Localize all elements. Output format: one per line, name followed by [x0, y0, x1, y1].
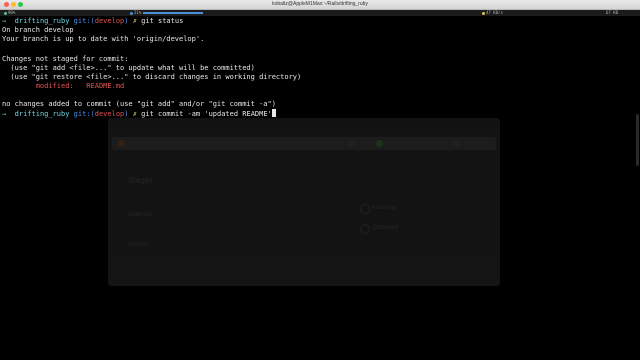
cpu-icon	[130, 11, 133, 15]
background-titlebar	[108, 118, 500, 128]
command-git-commit[interactable]: git commit -am 'updated README'	[141, 110, 272, 118]
output-up-to-date: Your branch is up to date with 'origin/d…	[2, 35, 205, 43]
background-icon-2	[376, 140, 383, 147]
prompt-arrow: →	[2, 17, 7, 25]
scrollbar[interactable]	[636, 114, 639, 166]
modified-label: modified:	[2, 82, 74, 90]
background-screenshot: Stages Calendar Actions Incoming Outboun…	[108, 118, 500, 286]
dirty-mark-icon: ✗	[132, 17, 137, 25]
background-item-incoming: Incoming	[372, 205, 397, 211]
prompt-git-close: )	[124, 110, 129, 118]
terminal-window: kobaltz@AppleM1Max:~/Rails/drifting_ruby…	[0, 0, 640, 360]
prompt-branch: develop	[94, 110, 125, 118]
output-not-staged: Changes not staged for commit:	[2, 55, 129, 63]
network-text: 47 KB/s	[486, 10, 503, 15]
text-cursor	[271, 109, 276, 117]
background-icon-3	[453, 140, 460, 147]
cpu-status: 21%	[130, 10, 204, 16]
battery-status: 90%	[4, 10, 15, 16]
background-toolbar	[112, 137, 496, 150]
background-app-icon	[118, 140, 125, 147]
output-no-changes: no changes added to commit (use "git add…	[2, 100, 276, 108]
background-label-stages: Stages	[128, 176, 153, 185]
dirty-mark-icon: ✗	[132, 110, 137, 118]
prompt-line-1: → drifting_ruby git:(develop) ✗ git stat…	[2, 17, 183, 26]
background-label-calendar: Calendar	[128, 212, 153, 218]
background-icon-1	[348, 140, 355, 147]
cpu-text: 21%	[134, 10, 142, 15]
network-icon	[482, 11, 485, 15]
cpu-bar	[143, 12, 204, 14]
memory-text: 67 KB	[606, 10, 619, 15]
window-title: kobaltz@AppleM1Max:~/Rails/drifting_ruby	[272, 1, 368, 7]
output-hint-restore: (use "git restore <file>..." to discard …	[2, 73, 302, 81]
battery-text: 90%	[8, 10, 16, 15]
prompt-git-label: git:(	[73, 110, 95, 118]
prompt-git-close: )	[124, 17, 129, 25]
title-bar[interactable]: kobaltz@AppleM1Max:~/Rails/drifting_ruby	[0, 0, 640, 10]
memory-status: 67 KB	[606, 10, 618, 16]
background-radio-1	[360, 204, 370, 214]
status-bar: 90% 21% 47 KB/s 67 KB	[0, 10, 640, 16]
prompt-arrow: →	[2, 110, 7, 118]
prompt-branch: develop	[94, 17, 125, 25]
terminal-output[interactable]: Stages Calendar Actions Incoming Outboun…	[0, 17, 640, 360]
background-item-outbound: Outbound	[372, 225, 399, 231]
background-label-actions: Actions	[128, 242, 148, 248]
modified-file: README.md	[73, 82, 125, 90]
background-radio-2	[360, 224, 370, 234]
prompt-directory: drifting_ruby	[14, 110, 70, 118]
output-hint-add: (use "git add <file>..." to update what …	[2, 64, 255, 72]
network-status: 47 KB/s	[482, 10, 503, 16]
battery-icon	[4, 11, 7, 15]
prompt-git-label: git:(	[73, 17, 95, 25]
output-modified: modified: README.md	[2, 82, 125, 91]
prompt-directory: drifting_ruby	[14, 17, 70, 25]
command-git-status: git status	[141, 17, 184, 25]
prompt-line-2[interactable]: → drifting_ruby git:(develop) ✗ git comm…	[2, 109, 276, 119]
output-branch: On branch develop	[2, 26, 74, 34]
